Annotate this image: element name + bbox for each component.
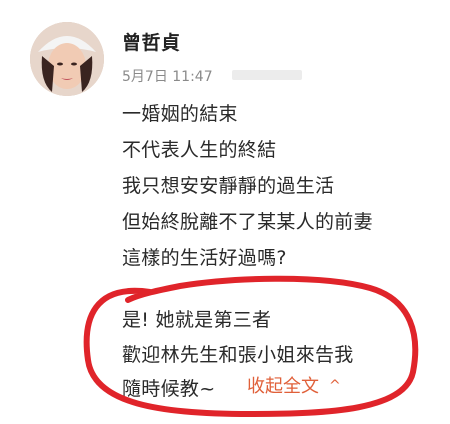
post-timestamp: 5月7日 11:47 bbox=[122, 69, 213, 85]
post-line-5: 這樣的生活好過嗎? bbox=[122, 247, 287, 269]
post-line-2: 不代表人生的終結 bbox=[122, 139, 277, 161]
post-line-7: 歡迎林先生和張小姐來告我 bbox=[122, 344, 354, 366]
post-line-3: 我只想安安靜靜的過生活 bbox=[122, 175, 335, 197]
post-line-4: 但始終脫離不了某某人的前妻 bbox=[122, 211, 373, 233]
author-name[interactable]: 曾哲貞 bbox=[122, 28, 181, 55]
post-line-1: 一婚姻的結束 bbox=[122, 103, 238, 125]
collapse-label[interactable]: 收起全文 bbox=[247, 376, 319, 397]
chevron-up-icon[interactable]: ^ bbox=[329, 378, 341, 394]
avatar[interactable] bbox=[30, 22, 104, 96]
collapse-full-text-link[interactable]: 收起全文 ^ bbox=[247, 372, 341, 398]
post-line-6: 是! 她就是第三者 bbox=[122, 309, 272, 331]
post-line-8: 隨時候教~ bbox=[122, 378, 216, 400]
redacted-text bbox=[232, 70, 302, 80]
